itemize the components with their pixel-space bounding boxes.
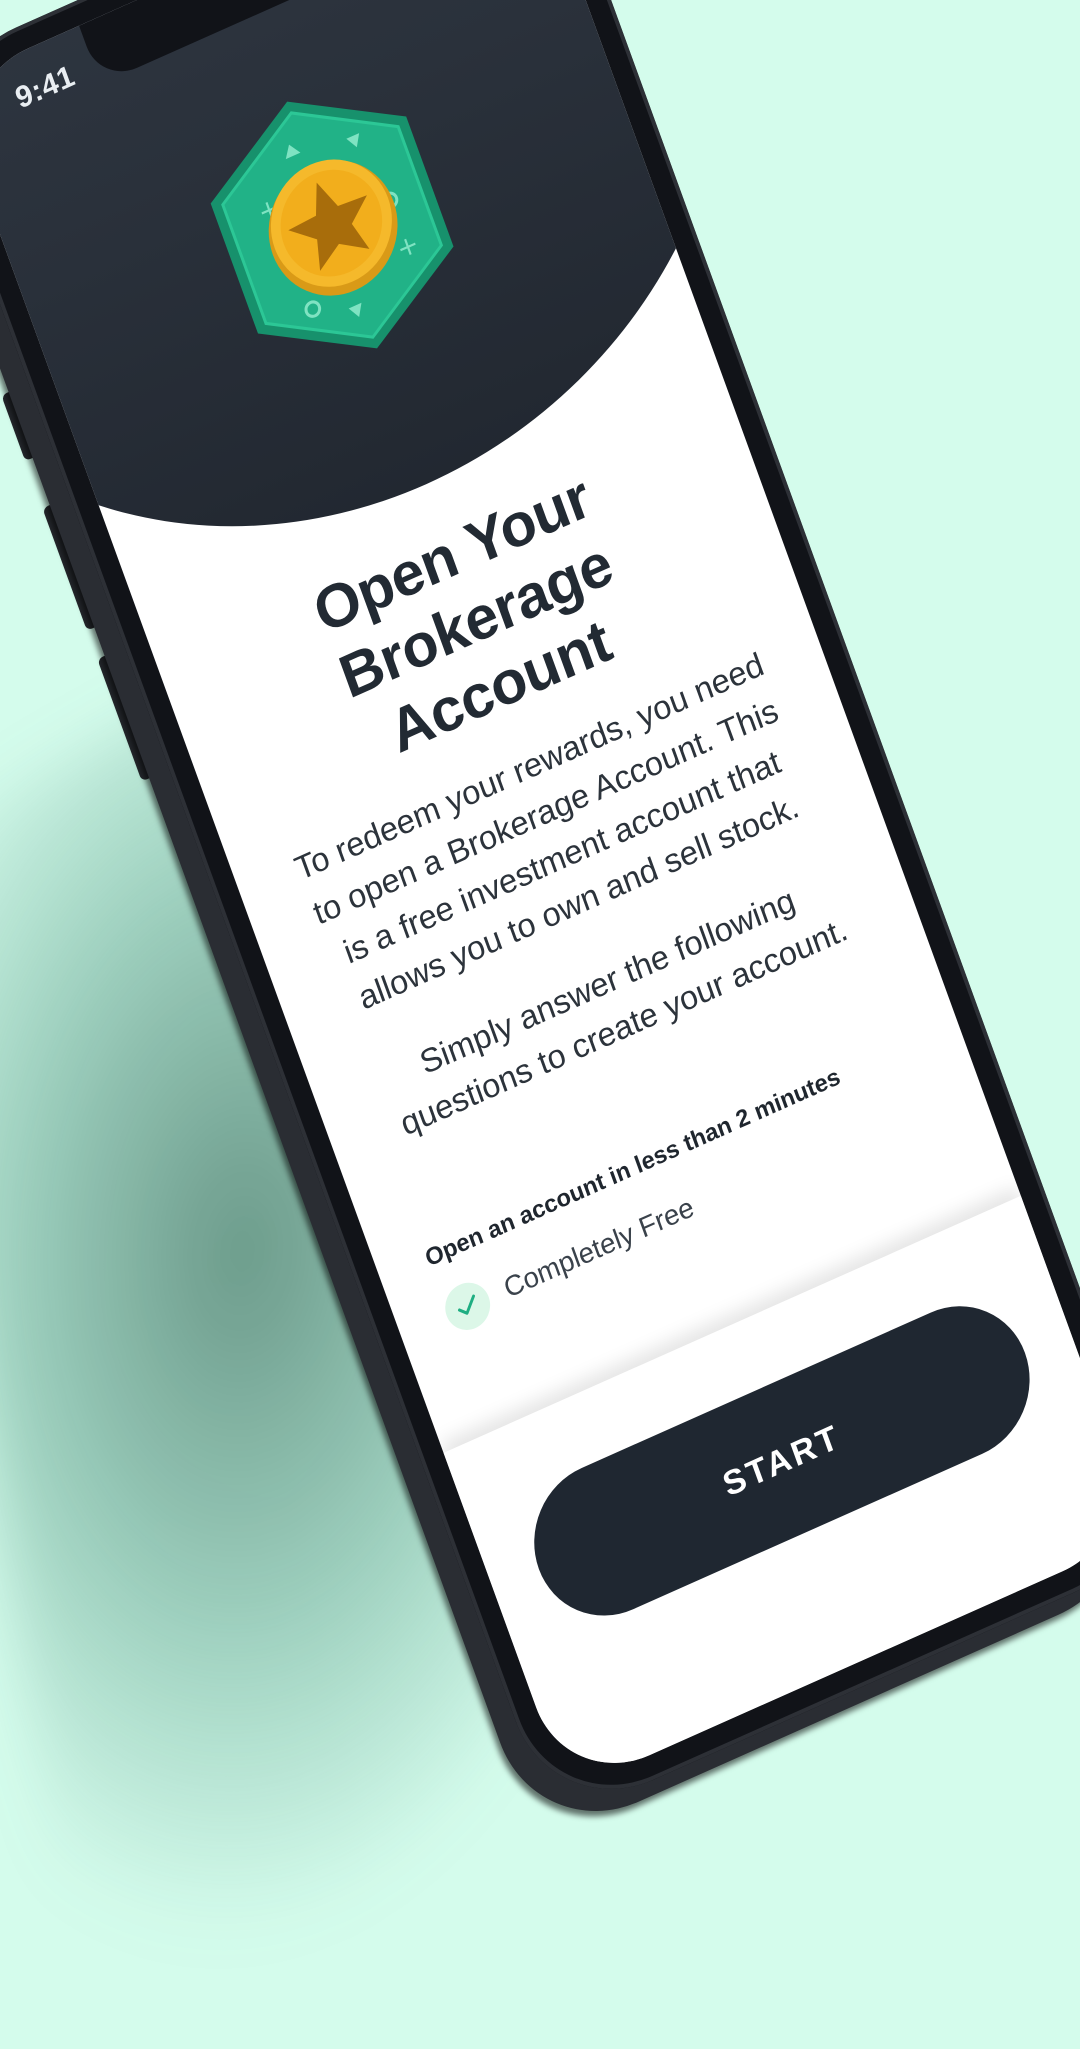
start-button[interactable]: START [513,1282,1051,1640]
check-icon [438,1275,497,1338]
